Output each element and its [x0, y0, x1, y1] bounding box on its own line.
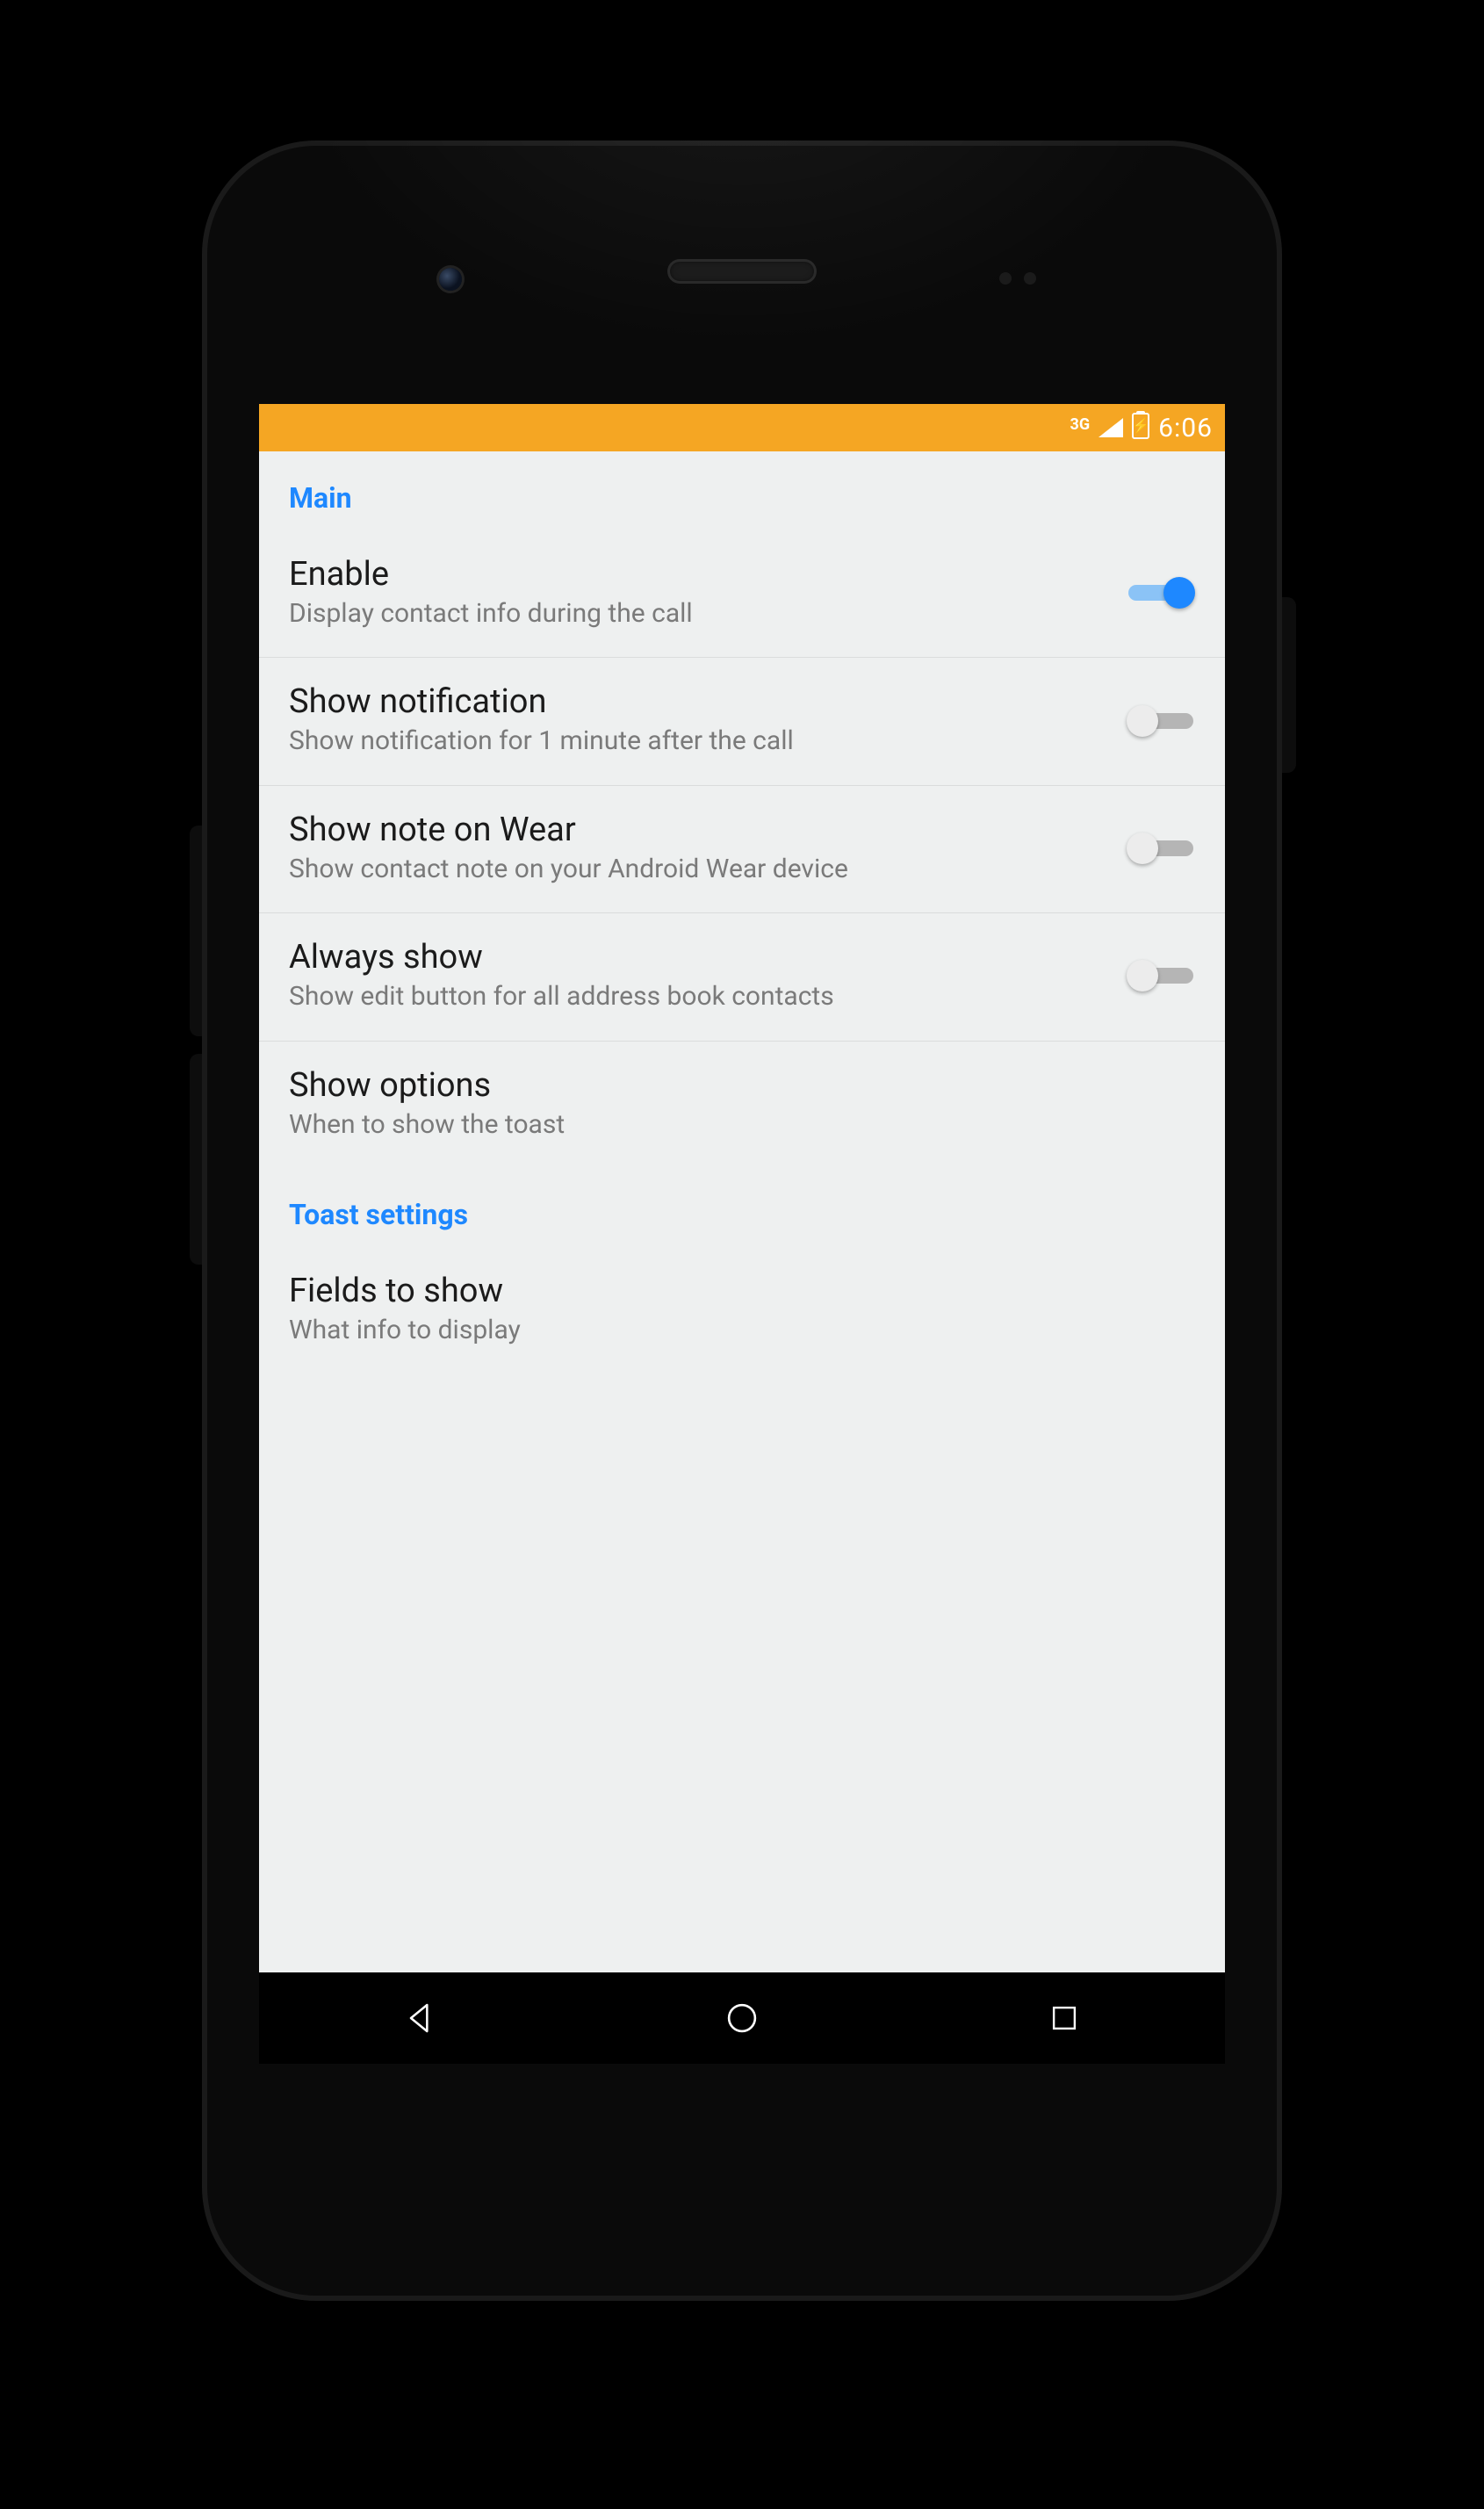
- power-button: [1282, 597, 1296, 773]
- setting-title: Show options: [289, 1066, 1195, 1105]
- setting-title: Enable: [289, 555, 1106, 594]
- setting-enable[interactable]: Enable Display contact info during the c…: [259, 530, 1225, 658]
- setting-subtitle: Display contact info during the call: [289, 597, 1106, 631]
- toggle-show-note-wear[interactable]: [1127, 831, 1195, 866]
- navigation-bar: [259, 1972, 1225, 2064]
- back-icon: [402, 2001, 437, 2036]
- setting-title: Show notification: [289, 682, 1106, 721]
- sensors: [999, 272, 1036, 285]
- front-camera: [439, 268, 462, 291]
- toggle-always-show[interactable]: [1127, 958, 1195, 993]
- nav-home-button[interactable]: [718, 1994, 766, 2042]
- setting-title: Show note on Wear: [289, 811, 1106, 849]
- setting-show-options[interactable]: Show options When to show the toast: [259, 1042, 1225, 1168]
- setting-title: Always show: [289, 938, 1106, 977]
- phone-frame: 3G ⚡ 6:06 Main Enable Display contact in…: [202, 141, 1282, 2301]
- volume-down-button: [190, 1054, 202, 1265]
- signal-icon: [1099, 418, 1123, 437]
- section-header-main: Main: [259, 451, 1225, 530]
- network-indicator: 3G: [1070, 415, 1091, 434]
- setting-subtitle: What info to display: [289, 1314, 1195, 1347]
- settings-content[interactable]: Main Enable Display contact info during …: [259, 451, 1225, 1972]
- screen: 3G ⚡ 6:06 Main Enable Display contact in…: [259, 404, 1225, 2064]
- setting-title: Fields to show: [289, 1272, 1195, 1310]
- status-bar: 3G ⚡ 6:06: [259, 404, 1225, 451]
- toggle-enable[interactable]: [1127, 575, 1195, 610]
- setting-fields-to-show[interactable]: Fields to show What info to display: [259, 1247, 1225, 1373]
- home-icon: [724, 2000, 760, 2037]
- section-header-toast-settings: Toast settings: [259, 1168, 1225, 1247]
- nav-back-button[interactable]: [396, 1994, 443, 2042]
- setting-show-notification[interactable]: Show notification Show notification for …: [259, 658, 1225, 785]
- setting-subtitle: Show contact note on your Android Wear d…: [289, 853, 1106, 886]
- volume-up-button: [190, 826, 202, 1036]
- clock: 6:06: [1158, 413, 1213, 443]
- recent-icon: [1048, 2001, 1081, 2035]
- battery-icon: ⚡: [1132, 411, 1149, 445]
- setting-always-show[interactable]: Always show Show edit button for all add…: [259, 913, 1225, 1041]
- setting-subtitle: When to show the toast: [289, 1108, 1195, 1142]
- nav-recent-button[interactable]: [1041, 1994, 1088, 2042]
- toggle-show-notification[interactable]: [1127, 703, 1195, 739]
- earpiece-speaker: [667, 259, 817, 284]
- setting-show-note-wear[interactable]: Show note on Wear Show contact note on y…: [259, 786, 1225, 913]
- setting-subtitle: Show edit button for all address book co…: [289, 980, 1106, 1013]
- stage: 3G ⚡ 6:06 Main Enable Display contact in…: [0, 0, 1484, 2509]
- setting-subtitle: Show notification for 1 minute after the…: [289, 725, 1106, 758]
